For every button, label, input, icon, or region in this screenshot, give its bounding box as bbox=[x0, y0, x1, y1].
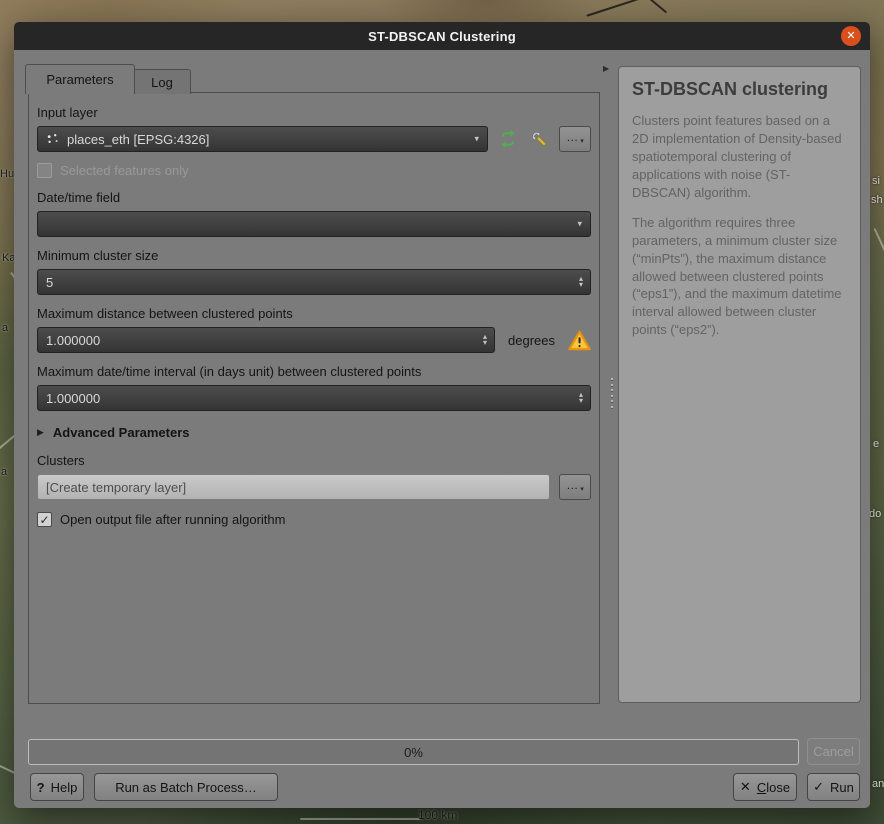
close-x-icon: ✕ bbox=[740, 779, 751, 795]
menu-arrow-icon: ▾ bbox=[580, 485, 584, 493]
input-layer-browse-button[interactable]: … ▾ bbox=[559, 126, 591, 152]
help-button[interactable]: ? Help bbox=[30, 773, 84, 801]
map-place-label: a bbox=[1, 466, 7, 478]
selected-features-row: Selected features only bbox=[37, 163, 591, 178]
point-layer-icon bbox=[46, 132, 60, 146]
spinner-arrows-icon[interactable]: ▴▾ bbox=[579, 276, 583, 288]
map-place-label: an bbox=[872, 778, 884, 790]
max-interval-spinbox[interactable]: 1.000000 ▴▾ bbox=[37, 385, 591, 411]
qgis-screen: Hu Ka a a si sh e do an 100 km ST-DBSCAN… bbox=[0, 0, 884, 824]
algorithm-help-panel: ST-DBSCAN clustering Clusters point feat… bbox=[618, 66, 861, 703]
tab-scroll-right-icon[interactable]: ▶ bbox=[603, 64, 609, 73]
cancel-button[interactable]: Cancel bbox=[807, 738, 860, 765]
open-output-label: Open output file after running algorithm bbox=[60, 512, 285, 527]
max-distance-value: 1.000000 bbox=[46, 333, 100, 348]
degrees-unit-label: degrees bbox=[508, 333, 555, 348]
clusters-output-input[interactable] bbox=[37, 474, 550, 500]
help-paragraph: The algorithm requires three parameters,… bbox=[632, 214, 847, 340]
parameters-panel: Input layer places_eth [EPSG:4326] ▾ bbox=[28, 92, 600, 704]
max-interval-label: Maximum date/time interval (in days unit… bbox=[37, 364, 591, 379]
help-title: ST-DBSCAN clustering bbox=[632, 79, 847, 100]
question-icon: ? bbox=[37, 780, 45, 795]
progress-bar: 0% bbox=[28, 739, 799, 765]
checkmark-icon: ✓ bbox=[813, 779, 824, 795]
warning-icon bbox=[568, 330, 591, 351]
open-output-checkbox[interactable]: ✓ bbox=[37, 512, 52, 527]
menu-arrow-icon: ▾ bbox=[580, 137, 584, 145]
chevron-down-icon: ▾ bbox=[474, 134, 479, 145]
map-scalebar-line bbox=[300, 818, 420, 820]
datetime-field-label: Date/time field bbox=[37, 190, 591, 205]
max-interval-value: 1.000000 bbox=[46, 391, 100, 406]
window-close-icon[interactable]: ✕ bbox=[841, 26, 861, 46]
dialog-titlebar[interactable]: ST-DBSCAN Clustering ✕ bbox=[14, 22, 870, 50]
map-place-label: Hu bbox=[0, 168, 14, 180]
spinner-arrows-icon[interactable]: ▴▾ bbox=[483, 334, 487, 346]
progress-value: 0% bbox=[404, 745, 423, 760]
map-place-label: sh bbox=[871, 194, 883, 206]
close-button[interactable]: ✕ Close bbox=[733, 773, 797, 801]
stdbscan-dialog: ST-DBSCAN Clustering ✕ Parameters Log ▶ … bbox=[14, 22, 870, 808]
selected-features-checkbox[interactable] bbox=[37, 163, 52, 178]
input-layer-label: Input layer bbox=[37, 105, 591, 120]
help-paragraph: Clusters point features based on a 2D im… bbox=[632, 112, 847, 202]
collapsed-arrow-icon: ▶ bbox=[37, 427, 44, 438]
advanced-parameters-label: Advanced Parameters bbox=[53, 425, 190, 440]
max-distance-label: Maximum distance between clustered point… bbox=[37, 306, 591, 321]
ellipsis-icon: … bbox=[566, 131, 578, 143]
input-layer-combobox[interactable]: places_eth [EPSG:4326] ▾ bbox=[37, 126, 488, 152]
max-distance-spinbox[interactable]: 1.000000 ▴▾ bbox=[37, 327, 495, 353]
map-border-line bbox=[586, 0, 653, 17]
chevron-down-icon: ▾ bbox=[577, 219, 582, 230]
datetime-field-combobox[interactable]: ▾ bbox=[37, 211, 591, 237]
tab-log[interactable]: Log bbox=[133, 69, 191, 94]
map-place-label: si bbox=[872, 175, 880, 187]
dialog-title: ST-DBSCAN Clustering bbox=[368, 29, 516, 44]
map-border-line bbox=[643, 0, 667, 13]
clusters-label: Clusters bbox=[37, 453, 591, 468]
input-layer-value: places_eth [EPSG:4326] bbox=[67, 132, 209, 147]
map-place-label: e bbox=[873, 438, 879, 450]
min-cluster-size-spinbox[interactable]: 5 ▴▾ bbox=[37, 269, 591, 295]
ellipsis-icon: … bbox=[566, 479, 578, 491]
min-cluster-size-label: Minimum cluster size bbox=[37, 248, 591, 263]
advanced-options-wrench-icon[interactable] bbox=[528, 128, 550, 150]
advanced-parameters-toggle[interactable]: ▶ Advanced Parameters bbox=[37, 425, 591, 440]
run-button[interactable]: ✓ Run bbox=[807, 773, 860, 801]
run-as-batch-button[interactable]: Run as Batch Process… bbox=[94, 773, 278, 801]
panel-splitter-handle[interactable] bbox=[609, 378, 614, 408]
iterate-over-layer-icon[interactable] bbox=[497, 128, 519, 150]
map-scale-label: 100 km bbox=[418, 808, 457, 822]
tab-parameters[interactable]: Parameters bbox=[25, 64, 135, 94]
map-place-label: a bbox=[2, 322, 8, 334]
open-output-row: ✓ Open output file after running algorit… bbox=[37, 512, 591, 527]
spinner-arrows-icon[interactable]: ▴▾ bbox=[579, 392, 583, 404]
map-place-label: do bbox=[869, 508, 881, 520]
selected-features-label: Selected features only bbox=[60, 163, 189, 178]
min-cluster-size-value: 5 bbox=[46, 275, 53, 290]
clusters-browse-button[interactable]: … ▾ bbox=[559, 474, 591, 500]
map-road-line bbox=[874, 228, 884, 274]
